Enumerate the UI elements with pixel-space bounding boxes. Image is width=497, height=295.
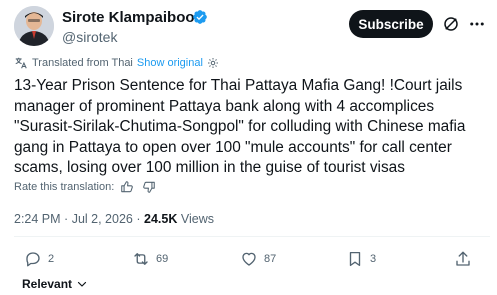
thumbs-up-icon[interactable] bbox=[120, 180, 134, 194]
repost-icon bbox=[134, 253, 148, 265]
avatar-image bbox=[14, 6, 54, 46]
bookmark-count: 3 bbox=[370, 253, 377, 265]
divider bbox=[14, 236, 490, 237]
post-meta: 2:24 PM · Jul 2, 2026 · 24.5K Views bbox=[14, 212, 214, 226]
rate-translation: Rate this translation: bbox=[14, 180, 156, 194]
rate-translation-label: Rate this translation: bbox=[14, 181, 115, 193]
translate-settings-icon[interactable] bbox=[207, 57, 219, 69]
author-handle[interactable]: @sirotek bbox=[62, 29, 117, 45]
repost-button[interactable]: 69 bbox=[132, 250, 168, 268]
show-original-link[interactable]: Show original bbox=[137, 57, 203, 69]
post-time[interactable]: 2:24 PM bbox=[14, 212, 61, 226]
views-label: Views bbox=[180, 212, 214, 226]
translate-icon bbox=[15, 57, 27, 69]
bookmark-button[interactable]: 3 bbox=[346, 250, 376, 268]
reply-sort-dropdown[interactable]: Relevant bbox=[22, 277, 88, 291]
relevant-label: Relevant bbox=[22, 277, 73, 291]
translation-notice: Translated from Thai Show original bbox=[14, 56, 219, 70]
grok-icon[interactable] bbox=[442, 15, 460, 33]
chevron-down-icon bbox=[77, 281, 87, 287]
reply-button[interactable]: 2 bbox=[24, 250, 54, 268]
share-button[interactable] bbox=[454, 250, 478, 268]
subscribe-button[interactable]: Subscribe bbox=[349, 10, 433, 38]
views-count: 24.5K bbox=[144, 212, 178, 226]
reply-icon bbox=[26, 252, 40, 267]
like-button[interactable]: 87 bbox=[240, 250, 276, 268]
verified-badge-icon bbox=[193, 10, 207, 24]
reply-count: 2 bbox=[48, 253, 55, 265]
bookmark-icon bbox=[349, 251, 361, 267]
share-icon bbox=[456, 251, 470, 266]
post-date[interactable]: Jul 2, 2026 bbox=[72, 212, 133, 226]
author-name[interactable]: Sirote Klampaiboon bbox=[62, 9, 204, 26]
heart-icon bbox=[242, 252, 256, 266]
meta-separator: · bbox=[136, 212, 141, 226]
thumbs-down-icon[interactable] bbox=[142, 180, 156, 194]
like-count: 87 bbox=[264, 253, 277, 265]
more-icon[interactable] bbox=[468, 15, 486, 33]
meta-separator: · bbox=[64, 212, 69, 226]
post-text: 13-Year Prison Sentence for Thai Pattaya… bbox=[14, 77, 466, 176]
avatar[interactable] bbox=[14, 6, 54, 46]
translated-from-label: Translated from Thai bbox=[32, 57, 133, 69]
repost-count: 69 bbox=[156, 253, 169, 265]
